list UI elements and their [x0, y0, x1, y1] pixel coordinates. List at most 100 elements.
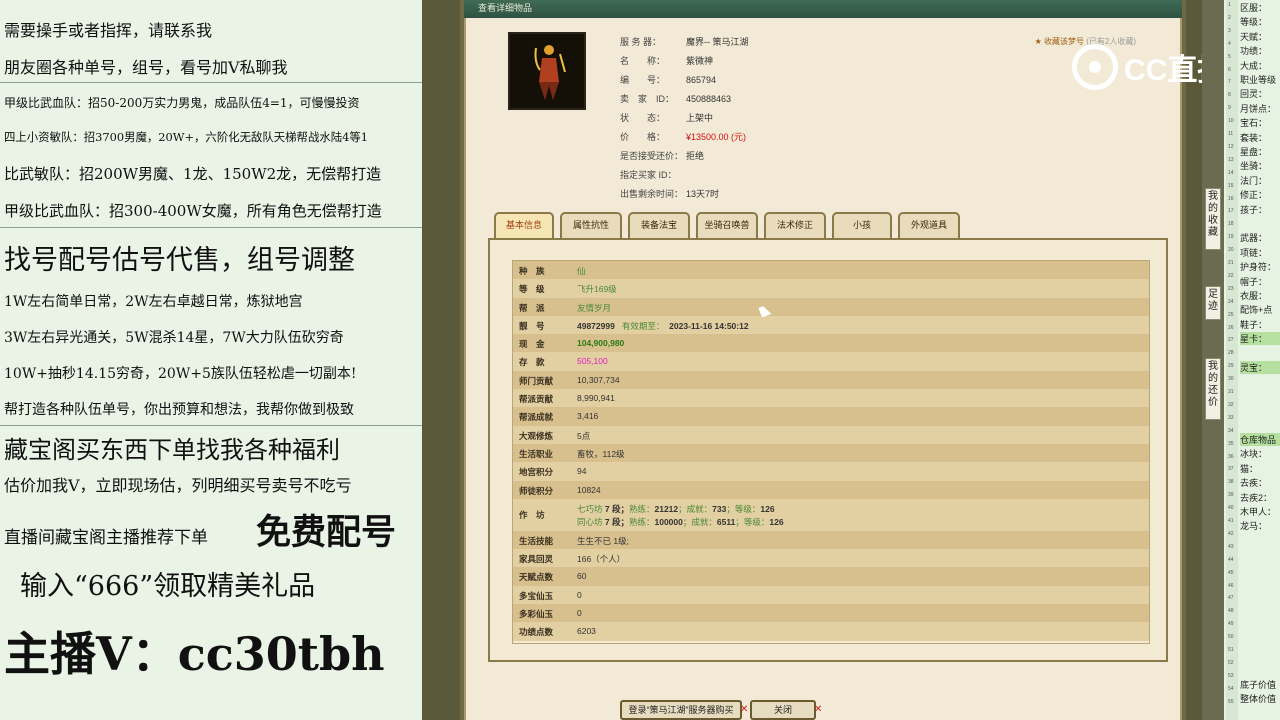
sidebar-field-label: 去疾2： [1240, 492, 1273, 503]
tab-resistance[interactable]: 属性抗性 [560, 212, 622, 238]
row-number: 44 [1228, 556, 1234, 563]
row-number: 29 [1228, 363, 1234, 370]
row-number: 4 [1228, 40, 1231, 47]
promo-line: 直播间藏宝阁主播推荐下单 [4, 528, 208, 548]
attr-row: 靓 号 49872999 有效期至： 2023-11-16 14:50:12 [513, 315, 1149, 335]
close-x-icon: ✕ [814, 704, 823, 715]
row-number: 27 [1228, 337, 1234, 344]
row-number: 43 [1228, 543, 1234, 550]
tab-child[interactable]: 小孩 [832, 212, 892, 238]
close-x-icon: ✕ [740, 704, 749, 715]
sidebar-field-label: 区服： [1240, 3, 1268, 13]
sidebar-field-label: 坐骑： [1240, 161, 1268, 172]
row-number: 11 [1228, 131, 1234, 137]
promo-line: 估价加我V，立即现场估，列明细买号卖号不吃亏 [4, 476, 352, 495]
promo-headline: 找号配号估号代售，组号调整 [4, 245, 355, 276]
row-number: 49 [1228, 621, 1234, 628]
tab-equipment[interactable]: 装备法宝 [628, 212, 690, 238]
row-number: 48 [1228, 608, 1234, 615]
login-server-buy-button[interactable]: 登录“策马江湖”服务器购买 [620, 700, 742, 720]
promo-line: 比武敏队：招200W男魔、1龙、150W2龙，无偿帮打造 [4, 165, 382, 183]
promo-line: 1W左右简单日常，2W左右卓越日常，炼狱地宫 [4, 294, 303, 310]
sidebar-field-label: 鞋子： [1240, 319, 1268, 330]
row-number: 35 [1228, 440, 1234, 447]
row-number: 19 [1228, 234, 1234, 241]
info-seller: 卖 家 ID： 450888463 [620, 94, 732, 104]
row-number: 15 [1228, 182, 1234, 189]
attr-row: 现 金 104,900,980 [513, 334, 1149, 353]
promo-headline: 藏宝阁买东西下单找我各种福利 [4, 436, 340, 464]
sidebar-field-label: 龙马： [1240, 521, 1268, 532]
sidebar-field-label: 月饼点： [1240, 103, 1277, 114]
row-number: 12 [1228, 143, 1234, 150]
row-number: 14 [1228, 169, 1234, 176]
row-number: 33 [1228, 414, 1234, 421]
game-area: 查看详细物品 服 务 器： 魔界-- 策马江湖 名 称： 紫微神 编 号： 86579… [422, 0, 1202, 720]
tab-basic-info[interactable]: 基本信息 [494, 212, 554, 238]
row-number: 52 [1228, 659, 1234, 666]
tab-mounts[interactable]: 坐骑召唤兽 [696, 212, 758, 238]
row-number-column: 1 2 3 4 5 6 7 8 9 10 11 12 13 14 15 16 17 18 19 20 21 22 23 24 2… [1226, 0, 1238, 720]
sidebar-field-label: 仓库物品 [1240, 433, 1280, 446]
character-portrait [508, 32, 586, 110]
row-number: 40 [1228, 505, 1234, 512]
my-bargain-button[interactable]: 我的还价 [1205, 358, 1221, 420]
promo-line: 输入“666”领取精美礼品 [20, 571, 316, 602]
attr-row: 帮派贡献 8,990,941 [513, 389, 1149, 408]
close-button[interactable]: 关闭 [750, 700, 816, 720]
sidebar-field-label: 宝石： [1240, 118, 1268, 129]
info-name: 名 称： 紫微神 [620, 56, 714, 66]
info-bargain: 是否接受还价： 拒绝 [620, 151, 705, 161]
sidebar-field-label: 功绩： [1240, 46, 1268, 57]
attr-row: 多宝仙玉 0 [513, 585, 1149, 605]
tab-appearance[interactable]: 外观道具 [898, 212, 960, 238]
item-detail-window: 查看详细物品 服 务 器： 魔界-- 策马江湖 名 称： 紫微神 编 号： 86579… [460, 0, 1186, 720]
attr-row: 家具回灵 166（个人） [513, 549, 1149, 568]
row-number: 42 [1228, 530, 1234, 537]
detail-panel: 服 务 器： 魔界-- 策马江湖 名 称： 紫微神 编 号： 865794 卖 家 I… [466, 18, 1180, 720]
sidebar-field-label: 衣服： [1240, 291, 1268, 301]
attr-row: 地宫积分 94 [513, 462, 1149, 481]
promo-line: 需要操手或者指挥，请联系我 [4, 21, 213, 40]
attr-row: 存 款 505,100 [513, 352, 1149, 371]
row-number: 18 [1228, 221, 1234, 228]
info-id: 编 号： 865794 [620, 75, 717, 85]
sidebar-field-label: 帽子： [1240, 276, 1268, 287]
my-favorites-button[interactable]: 我的收藏 [1205, 188, 1221, 250]
row-number: 22 [1228, 272, 1234, 279]
sidebar-field-label: 整体价值 [1240, 694, 1277, 705]
sidebar-field-label: 孩子： [1240, 204, 1268, 215]
attr-row: 师徒积分 10824 [513, 480, 1149, 499]
attr-row: 师门贡献 10,307,734 [513, 370, 1149, 390]
divider [0, 227, 422, 228]
character-figure-icon [534, 45, 566, 100]
promo-line: 帮打造各种队伍单号，你出预算和想法，我帮你做到极致 [4, 402, 354, 418]
promo-line: 3W左右异光通关，5W混杀14星，7W大力队伍砍穷奇 [4, 330, 344, 346]
promo-line: 朋友圈各种单号，组号，看号加V私聊我 [4, 58, 288, 77]
sidebar-field-label: 星卡： [1240, 332, 1280, 346]
row-number: 50 [1228, 634, 1234, 641]
sidebar-field-label: 大成： [1240, 60, 1268, 71]
row-number: 16 [1228, 195, 1234, 202]
row-number: 24 [1228, 298, 1234, 305]
sidebar-field-label: 等级： [1240, 17, 1268, 28]
row-number: 1 [1228, 2, 1231, 8]
row-number: 53 [1228, 672, 1234, 679]
info-price: 价 格： ¥13500.00 (元) [620, 132, 747, 142]
tab-spells[interactable]: 法术修正 [764, 212, 826, 238]
row-number: 8 [1228, 92, 1231, 99]
attr-row: 大观修炼 5点 [513, 425, 1149, 444]
row-number: 32 [1228, 401, 1234, 408]
info-buyer: 指定买家 ID： [620, 170, 677, 180]
sidebar-button-strip: 我的收藏 足迹 我的还价 [1202, 0, 1224, 720]
footprint-button[interactable]: 足迹 [1205, 286, 1221, 320]
row-number: 3 [1228, 27, 1231, 34]
row-number: 10 [1228, 118, 1234, 125]
sidebar-field-label: 回灵： [1240, 89, 1268, 100]
row-number: 2 [1228, 14, 1231, 21]
row-number: 41 [1228, 518, 1234, 524]
row-number: 17 [1228, 208, 1234, 215]
right-sidebar: 我的收藏 足迹 我的还价 1 2 3 4 5 6 7 8 9 10 11 12 13 14 15 16 17 18… [1202, 0, 1280, 720]
sidebar-field-label: 项链： [1240, 247, 1268, 258]
sidebar-field-label: 星盘： [1240, 147, 1268, 157]
